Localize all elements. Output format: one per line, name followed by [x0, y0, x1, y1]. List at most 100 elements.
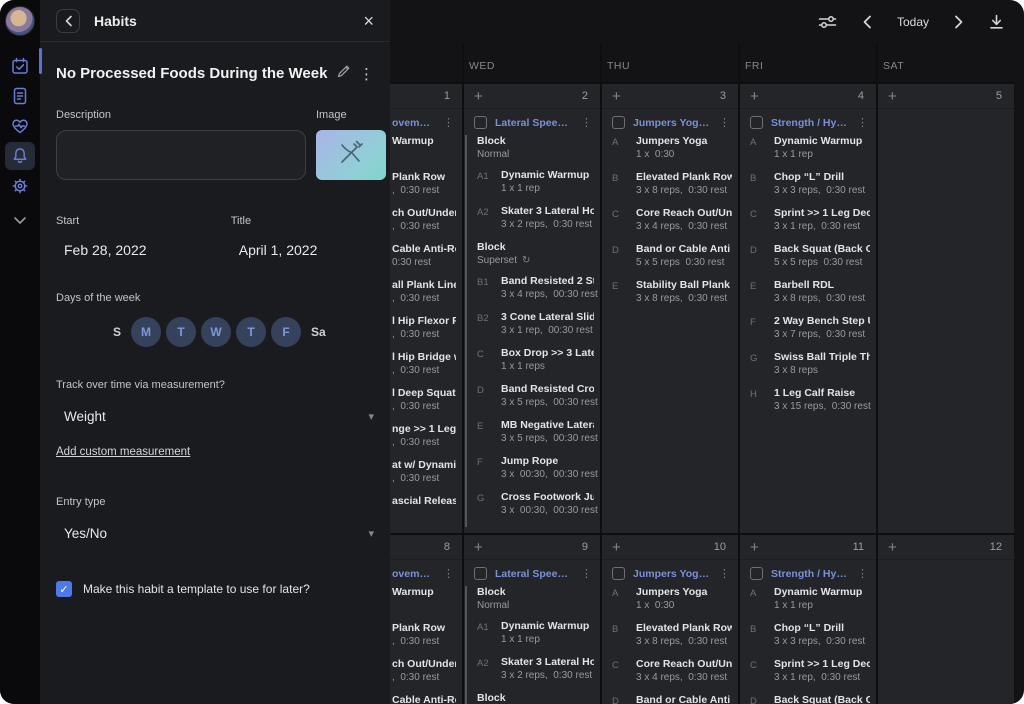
- add-workout-button[interactable]: +: [888, 539, 897, 556]
- prev-week-icon[interactable]: [862, 15, 872, 29]
- day-toggle-t[interactable]: T: [236, 317, 266, 347]
- sidebar-expand[interactable]: [5, 206, 35, 234]
- exercise-item[interactable]: ADynamic Warmup1 x 1 rep: [740, 135, 876, 171]
- add-workout-button[interactable]: +: [750, 539, 759, 556]
- end-date-value[interactable]: April 1, 2022: [231, 242, 374, 258]
- workout-checkbox[interactable]: [750, 567, 763, 580]
- exercise-item[interactable]: DBand or Cable Anti Rotati...5 x 5 reps …: [602, 694, 738, 704]
- exercise-item[interactable]: AJumpers Yoga1 x 0:30: [602, 135, 738, 171]
- workout-menu-icon[interactable]: ⋮: [443, 567, 454, 580]
- exercise-item[interactable]: CCore Reach Out/Under3 x 4 reps, 0:30 re…: [602, 658, 738, 694]
- exercise-item[interactable]: EMB Negative Lateral Hop...3 x 5 reps, 0…: [467, 419, 600, 455]
- workout-title[interactable]: ovement Q...: [392, 568, 435, 580]
- download-icon[interactable]: [989, 14, 1004, 30]
- exercise-item[interactable]: CSprint >> 1 Leg Declarations3 x 1 rep, …: [740, 207, 876, 243]
- exercise-item[interactable]: A2Skater 3 Lateral Hops >> ...3 x 2 reps…: [467, 205, 600, 241]
- exercise-item[interactable]: BElevated Plank Row3 x 8 reps, 0:30 rest: [602, 622, 738, 658]
- measurement-select[interactable]: Weight ▾: [56, 409, 374, 424]
- exercise-item[interactable]: GCross Footwork Jump Rope3 x 00:30, 00:3…: [467, 491, 600, 527]
- day-cell-header: +4: [740, 84, 876, 109]
- exercise-detail: 1 x 1 reps: [501, 360, 594, 373]
- exercise-item[interactable]: DBand Resisted Crossover...3 x 5 reps, 0…: [467, 383, 600, 419]
- exercise-item[interactable]: A2Skater 3 Lateral Hops >> ...3 x 2 reps…: [467, 656, 600, 692]
- description-input[interactable]: [56, 130, 306, 180]
- add-workout-button[interactable]: +: [612, 539, 621, 556]
- template-checkbox[interactable]: ✓: [56, 581, 72, 597]
- day-toggle-f[interactable]: F: [271, 317, 301, 347]
- sidebar-item-notifications[interactable]: [5, 142, 35, 170]
- day-toggle-s[interactable]: S: [108, 325, 126, 339]
- day-toggle-m[interactable]: M: [131, 317, 161, 347]
- exercise-item[interactable]: EBarbell RDL3 x 8 reps, 0:30 rest: [740, 279, 876, 315]
- workout-menu-icon[interactable]: ⋮: [857, 567, 868, 580]
- exercise-item[interactable]: BElevated Plank Row3 x 8 reps, 0:30 rest: [602, 171, 738, 207]
- add-workout-button[interactable]: +: [474, 539, 483, 556]
- exercise-item[interactable]: BChop “L” Drill3 x 3 reps, 0:30 rest: [740, 171, 876, 207]
- exercise-item[interactable]: ADynamic Warmup1 x 1 rep: [740, 586, 876, 622]
- sidebar-item-calendar[interactable]: [5, 52, 35, 80]
- workout-checkbox[interactable]: [750, 116, 763, 129]
- exercise-item[interactable]: DBack Squat (Back Off Set)5 x 5 reps 0:3…: [740, 243, 876, 279]
- workout-title[interactable]: Lateral Speed / Plyo: [495, 568, 573, 580]
- add-custom-measurement-link[interactable]: Add custom measurement: [56, 446, 190, 458]
- day-toggle-w[interactable]: W: [201, 317, 231, 347]
- day-toggle-t[interactable]: T: [166, 317, 196, 347]
- exercise-item[interactable]: CSprint >> 1 Leg Declarations3 x 1 rep, …: [740, 658, 876, 694]
- workout-title[interactable]: Strength / Hypertro...: [771, 117, 849, 129]
- workout-checkbox[interactable]: [474, 116, 487, 129]
- exercise-item[interactable]: F2 Way Bench Step Up3 x 7 reps, 0:30 res…: [740, 315, 876, 351]
- exercise-item[interactable]: B1Band Resisted 2 Step Late...3 x 4 reps…: [467, 275, 600, 311]
- workout-card-header: Lateral Speed / Plyo ⋮: [464, 109, 600, 135]
- block-name: Block: [477, 241, 594, 254]
- exercise-item[interactable]: A1Dynamic Warmup1 x 1 rep: [467, 620, 600, 656]
- exercise-item[interactable]: B23 Cone Lateral Slide3 x 1 rep, 00:30 r…: [467, 311, 600, 347]
- workout-title[interactable]: ovement Q...: [392, 117, 435, 129]
- workout-menu-icon[interactable]: ⋮: [581, 116, 592, 129]
- exercise-item[interactable]: A1Dynamic Warmup1 x 1 rep: [467, 169, 600, 205]
- sidebar-item-documents[interactable]: [5, 82, 35, 110]
- workout-menu-icon[interactable]: ⋮: [857, 116, 868, 129]
- workout-checkbox[interactable]: [612, 567, 625, 580]
- workout-title[interactable]: Jumpers Yoga / Core: [633, 568, 711, 580]
- start-date-value[interactable]: Feb 28, 2022: [56, 242, 215, 258]
- exercise-item[interactable]: AJumpers Yoga1 x 0:30: [602, 586, 738, 622]
- exercise-item[interactable]: GSwiss Ball Triple Threat3 x 8 reps: [740, 351, 876, 387]
- exercise-item[interactable]: DBand or Cable Anti Rotati...5 x 5 reps …: [602, 243, 738, 279]
- workout-title[interactable]: Strength / Hypertro...: [771, 568, 849, 580]
- workout-menu-icon[interactable]: ⋮: [443, 116, 454, 129]
- exercise-item[interactable]: H1 Leg Calf Raise3 x 15 reps, 0:30 rest: [740, 387, 876, 423]
- habit-image-thumbnail[interactable]: [316, 130, 386, 180]
- workout-menu-icon[interactable]: ⋮: [719, 116, 730, 129]
- close-icon[interactable]: ×: [363, 12, 374, 30]
- next-week-icon[interactable]: [954, 15, 964, 29]
- user-avatar[interactable]: [5, 6, 35, 36]
- add-workout-button[interactable]: +: [888, 88, 897, 105]
- add-workout-button[interactable]: +: [612, 88, 621, 105]
- workout-body: BlockNormalA1Dynamic Warmup1 x 1 repA2Sk…: [465, 586, 600, 704]
- exercise-item[interactable]: DBack Squat (Back Off Set)5 x 5 reps 0:3…: [740, 694, 876, 704]
- sidebar-item-health[interactable]: [5, 112, 35, 140]
- today-button[interactable]: Today: [897, 15, 929, 29]
- workout-title[interactable]: Lateral Speed / Plyo: [495, 117, 573, 129]
- add-workout-button[interactable]: +: [750, 88, 759, 105]
- entry-type-select[interactable]: Yes/No ▾: [56, 526, 374, 541]
- exercise-item[interactable]: EStability Ball Plank Linear ...3 x 8 re…: [602, 279, 738, 315]
- back-button[interactable]: [56, 9, 80, 33]
- filters-icon[interactable]: [818, 15, 837, 29]
- workout-title[interactable]: Jumpers Yoga / Core: [633, 117, 711, 129]
- workout-checkbox[interactable]: [612, 116, 625, 129]
- exercise-item[interactable]: FJump Rope3 x 00:30, 00:30 rest: [467, 455, 600, 491]
- exercise-item[interactable]: CCore Reach Out/Under3 x 4 reps, 0:30 re…: [602, 207, 738, 243]
- exercise-item[interactable]: CBox Drop >> 3 Lateral H...1 x 1 reps: [467, 347, 600, 383]
- habit-menu-icon[interactable]: ⋮: [359, 65, 374, 83]
- workout-menu-icon[interactable]: ⋮: [719, 567, 730, 580]
- day-toggle-sa[interactable]: Sa: [306, 325, 331, 339]
- workout-menu-icon[interactable]: ⋮: [581, 567, 592, 580]
- sidebar-item-settings[interactable]: [5, 172, 35, 200]
- workout-checkbox[interactable]: [474, 567, 487, 580]
- exercise-item[interactable]: BChop “L” Drill3 x 3 reps, 0:30 rest: [740, 622, 876, 658]
- exercise-name: Elevated Plank Row: [636, 622, 732, 635]
- edit-pencil-icon[interactable]: [337, 64, 351, 83]
- exercise-name: Plank Row: [392, 171, 456, 184]
- add-workout-button[interactable]: +: [474, 88, 483, 105]
